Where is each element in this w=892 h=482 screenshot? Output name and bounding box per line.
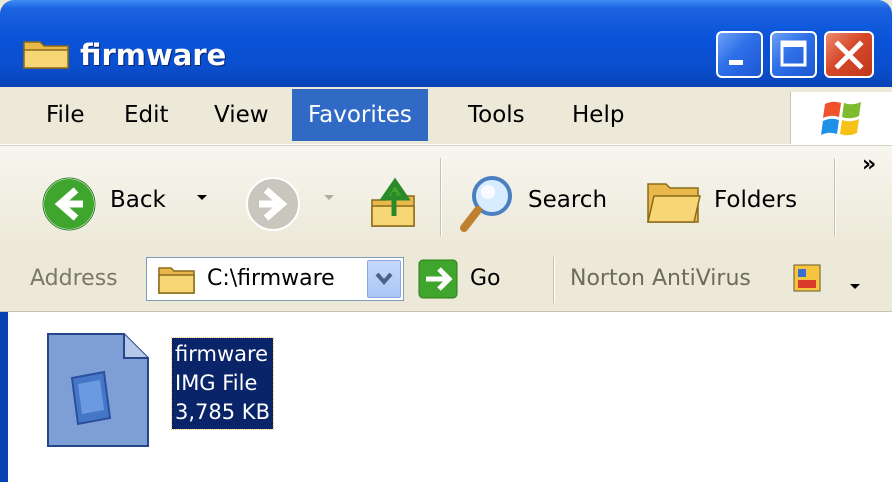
dropdown-arrow-icon	[850, 284, 860, 289]
address-dropdown-button[interactable]	[367, 260, 401, 298]
address-bar: Address C:\firmware Go Norton AntiVirus	[0, 249, 892, 312]
address-separator	[553, 257, 555, 303]
address-value: C:\firmware	[207, 266, 335, 291]
norton-icon	[793, 264, 821, 292]
folders-icon	[647, 183, 701, 223]
menu-tools[interactable]: Tools	[452, 89, 541, 141]
address-input[interactable]: C:\firmware	[146, 257, 404, 301]
menu-favorites[interactable]: Favorites	[292, 89, 428, 141]
close-icon	[834, 40, 864, 70]
minimize-button[interactable]	[716, 31, 763, 78]
menu-view[interactable]: View	[198, 89, 285, 141]
toolbar-overflow-chevron[interactable]: »	[862, 152, 876, 177]
go-button[interactable]	[418, 259, 458, 299]
menu-help[interactable]: Help	[556, 89, 640, 141]
file-list-pane[interactable]: firmware IMG File 3,785 KB	[8, 312, 892, 482]
go-label[interactable]: Go	[470, 266, 501, 291]
folder-icon	[158, 267, 195, 294]
file-size: 3,785 KB	[175, 400, 270, 424]
img-file-icon	[47, 333, 149, 447]
back-arrow-icon	[42, 177, 96, 231]
menu-file[interactable]: File	[30, 89, 101, 141]
maximize-button[interactable]	[770, 31, 817, 78]
norton-dropdown[interactable]	[848, 277, 862, 296]
windows-logo	[790, 92, 892, 144]
menu-edit[interactable]: Edit	[108, 89, 185, 141]
dropdown-arrow-icon	[324, 195, 334, 200]
toolbar-separator	[440, 158, 442, 236]
menu-bar: File Edit View Favorites Tools Help	[0, 87, 892, 145]
forward-dropdown[interactable]	[322, 188, 336, 207]
file-label-selected[interactable]: firmware IMG File 3,785 KB	[171, 337, 274, 430]
explorer-window: firmware File Edit View Favorites Tools …	[0, 0, 892, 482]
file-item-firmware[interactable]	[44, 330, 154, 450]
window-title: firmware	[80, 38, 227, 72]
search-icon	[460, 176, 512, 232]
file-name: firmware	[175, 342, 269, 366]
minimize-icon	[729, 60, 743, 65]
windows-flag-icon	[821, 101, 861, 136]
back-dropdown[interactable]	[195, 188, 209, 207]
maximize-icon	[780, 40, 807, 67]
standard-toolbar: Back Search Folders »	[0, 145, 892, 250]
forward-arrow-icon	[246, 177, 300, 231]
folder-icon	[23, 41, 69, 69]
search-label: Search	[528, 187, 608, 213]
folders-label: Folders	[714, 187, 798, 213]
up-folder-button[interactable]	[368, 170, 420, 236]
norton-button[interactable]	[792, 263, 826, 301]
toolbar-separator	[834, 158, 836, 236]
go-arrow-icon	[418, 259, 458, 299]
file-type: IMG File	[175, 371, 258, 395]
close-button[interactable]	[824, 31, 874, 78]
norton-antivirus-label[interactable]: Norton AntiVirus	[570, 266, 751, 291]
up-folder-icon	[371, 177, 415, 227]
address-label: Address	[30, 266, 118, 291]
chevron-down-icon	[375, 272, 393, 286]
forward-button[interactable]	[244, 175, 302, 237]
title-bar[interactable]: firmware	[0, 0, 892, 87]
dropdown-arrow-icon	[197, 195, 207, 200]
back-label: Back	[110, 187, 166, 213]
